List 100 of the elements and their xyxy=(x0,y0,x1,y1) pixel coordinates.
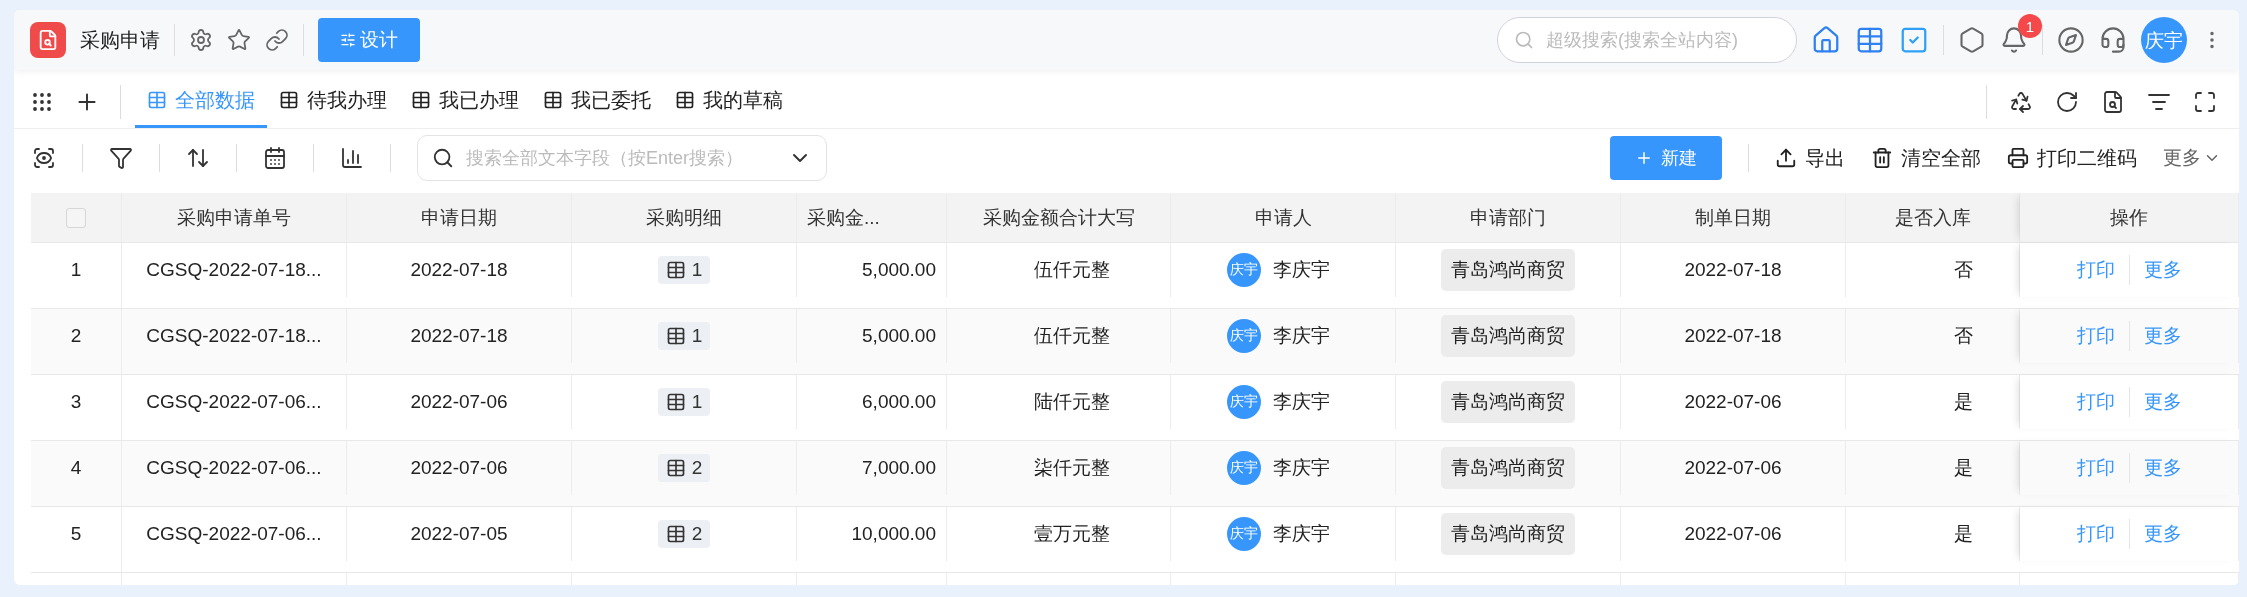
more-button[interactable]: 更多 xyxy=(2163,145,2221,171)
notification-badge: 1 xyxy=(2018,14,2042,38)
star-icon[interactable] xyxy=(227,28,251,52)
applicant-avatar: 庆宇 xyxy=(1227,516,1261,551)
print-link[interactable]: 打印 xyxy=(2076,256,2115,283)
table-icon xyxy=(675,90,695,110)
table-cell: 2022-07-18 xyxy=(410,324,508,347)
grid-icon[interactable] xyxy=(1855,25,1885,55)
row-index: 2 xyxy=(70,324,82,347)
file-search-icon[interactable] xyxy=(2101,89,2125,114)
search-icon xyxy=(432,147,454,169)
filter-icon[interactable] xyxy=(109,146,133,170)
export-button[interactable]: 导出 xyxy=(1775,144,1845,172)
table-cell: CGSQ-2022-07-18... xyxy=(146,258,322,281)
table-icon xyxy=(411,90,431,110)
calendar-icon[interactable] xyxy=(263,146,287,170)
sort-icon[interactable] xyxy=(186,146,210,170)
print-link[interactable]: 打印 xyxy=(2076,388,2115,415)
sliders-icon xyxy=(340,32,356,48)
table-cell: 2022-07-06 xyxy=(410,456,508,479)
more-link[interactable]: 更多 xyxy=(2143,388,2182,415)
recycle-icon[interactable] xyxy=(2009,89,2033,114)
more-link[interactable]: 更多 xyxy=(2143,520,2182,547)
details-chip[interactable]: 1 xyxy=(657,387,711,416)
table-cell-text: 李庆宇 xyxy=(1273,257,1330,282)
more-link[interactable]: 更多 xyxy=(2143,322,2182,349)
table-search-input[interactable]: 搜索全部文本字段（按Enter搜索） xyxy=(464,146,778,170)
column-header: 申请日期 xyxy=(421,205,497,230)
details-chip[interactable]: 2 xyxy=(657,453,711,482)
chart-icon[interactable] xyxy=(340,146,364,170)
table-cell: CGSQ-2022-07-06... xyxy=(146,522,322,545)
app-logo-icon xyxy=(30,22,66,58)
table-cell: CGSQ-2022-07-18... xyxy=(146,324,322,347)
column-header: 采购明细 xyxy=(646,205,722,230)
applicant-avatar: 庆宇 xyxy=(1227,252,1261,287)
print-link[interactable]: 打印 xyxy=(2076,322,2115,349)
department-tag: 青岛鸿尚商贸 xyxy=(1441,512,1575,555)
table-icon xyxy=(665,523,686,544)
print-qr-button[interactable]: 打印二维码 xyxy=(2007,144,2137,172)
table-cell-text: 李庆宇 xyxy=(1273,521,1330,546)
applicant-avatar: 庆宇 xyxy=(1227,384,1261,419)
print-link[interactable]: 打印 xyxy=(2076,454,2115,481)
table-cell: 2022-07-05 xyxy=(410,522,508,545)
view-tab[interactable]: 我已委托 xyxy=(531,75,663,128)
column-header: 操作 xyxy=(2110,205,2148,230)
view-tab[interactable]: 待我办理 xyxy=(267,75,399,128)
view-tab[interactable]: 全部数据 xyxy=(135,75,267,128)
clear-all-button[interactable]: 清空全部 xyxy=(1871,144,1981,172)
print-link[interactable]: 打印 xyxy=(2076,520,2115,547)
design-button[interactable]: 设计 xyxy=(318,18,420,62)
table-icon xyxy=(147,90,167,110)
details-chip[interactable]: 2 xyxy=(657,519,711,548)
site-search-bar[interactable]: 超级搜索(搜索全站内容) xyxy=(1497,17,1797,63)
bell-icon[interactable] xyxy=(2000,26,2028,54)
upload-icon xyxy=(1775,147,1797,169)
view-tab[interactable]: 我的草稿 xyxy=(663,75,795,128)
view-tab[interactable]: 我已办理 xyxy=(399,75,531,128)
more-link[interactable]: 更多 xyxy=(2143,256,2182,283)
table-cell-text: 李庆宇 xyxy=(1273,455,1330,480)
new-button[interactable]: 新建 xyxy=(1610,136,1722,180)
hexagon-icon[interactable] xyxy=(1958,26,1986,54)
table-cell: 2022-07-06 xyxy=(1684,390,1782,413)
table-cell: 2022-07-06 xyxy=(410,390,508,413)
table-cell-text: 否 xyxy=(1954,323,1973,348)
table-cell-text: 是 xyxy=(1954,521,1973,546)
fullscreen-icon[interactable] xyxy=(2193,89,2217,114)
table-cell: 2022-07-06 xyxy=(1684,522,1782,545)
more-link[interactable]: 更多 xyxy=(2143,454,2182,481)
column-header: 采购申请单号 xyxy=(177,205,291,230)
site-search-input[interactable]: 超级搜索(搜索全站内容) xyxy=(1544,28,1780,52)
check-square-icon[interactable] xyxy=(1899,25,1929,55)
table-cell: 2022-07-06 xyxy=(1684,456,1782,479)
home-icon[interactable] xyxy=(1811,25,1841,55)
table-icon xyxy=(665,259,686,280)
table-cell-text: 伍仟元整 xyxy=(1034,257,1110,282)
details-chip[interactable]: 1 xyxy=(657,321,711,350)
column-header: 采购金额合计大写 xyxy=(982,205,1135,230)
department-tag: 青岛鸿尚商贸 xyxy=(1441,446,1575,489)
settings-icon[interactable] xyxy=(189,28,213,52)
table-cell-text: 柒仟元整 xyxy=(1034,455,1110,480)
table-cell: 5,000.00 xyxy=(862,324,936,347)
table-cell-text: 陆仟元整 xyxy=(1034,389,1110,414)
select-all-checkbox[interactable] xyxy=(66,207,86,228)
applicant-avatar: 庆宇 xyxy=(1227,318,1261,353)
table-search-bar[interactable]: 搜索全部文本字段（按Enter搜索） xyxy=(417,135,827,181)
trash-icon xyxy=(1871,147,1893,169)
link-icon[interactable] xyxy=(265,28,289,52)
table-cell: CGSQ-2022-07-06... xyxy=(146,390,322,413)
details-chip[interactable]: 1 xyxy=(657,255,711,284)
table-cell-text: 壹万元整 xyxy=(1034,521,1110,546)
view-icon[interactable] xyxy=(32,146,56,170)
headset-icon[interactable] xyxy=(2099,26,2127,54)
refresh-icon[interactable] xyxy=(2055,89,2079,114)
app-title: 采购申请 xyxy=(80,27,160,53)
table-cell-text: 李庆宇 xyxy=(1273,323,1330,348)
user-avatar[interactable]: 庆宇 xyxy=(2141,17,2187,63)
table-cell: 10,000.00 xyxy=(851,522,936,545)
compass-icon[interactable] xyxy=(2057,26,2085,54)
table-cell-text: 否 xyxy=(1954,257,1973,282)
search-icon xyxy=(1514,30,1534,50)
